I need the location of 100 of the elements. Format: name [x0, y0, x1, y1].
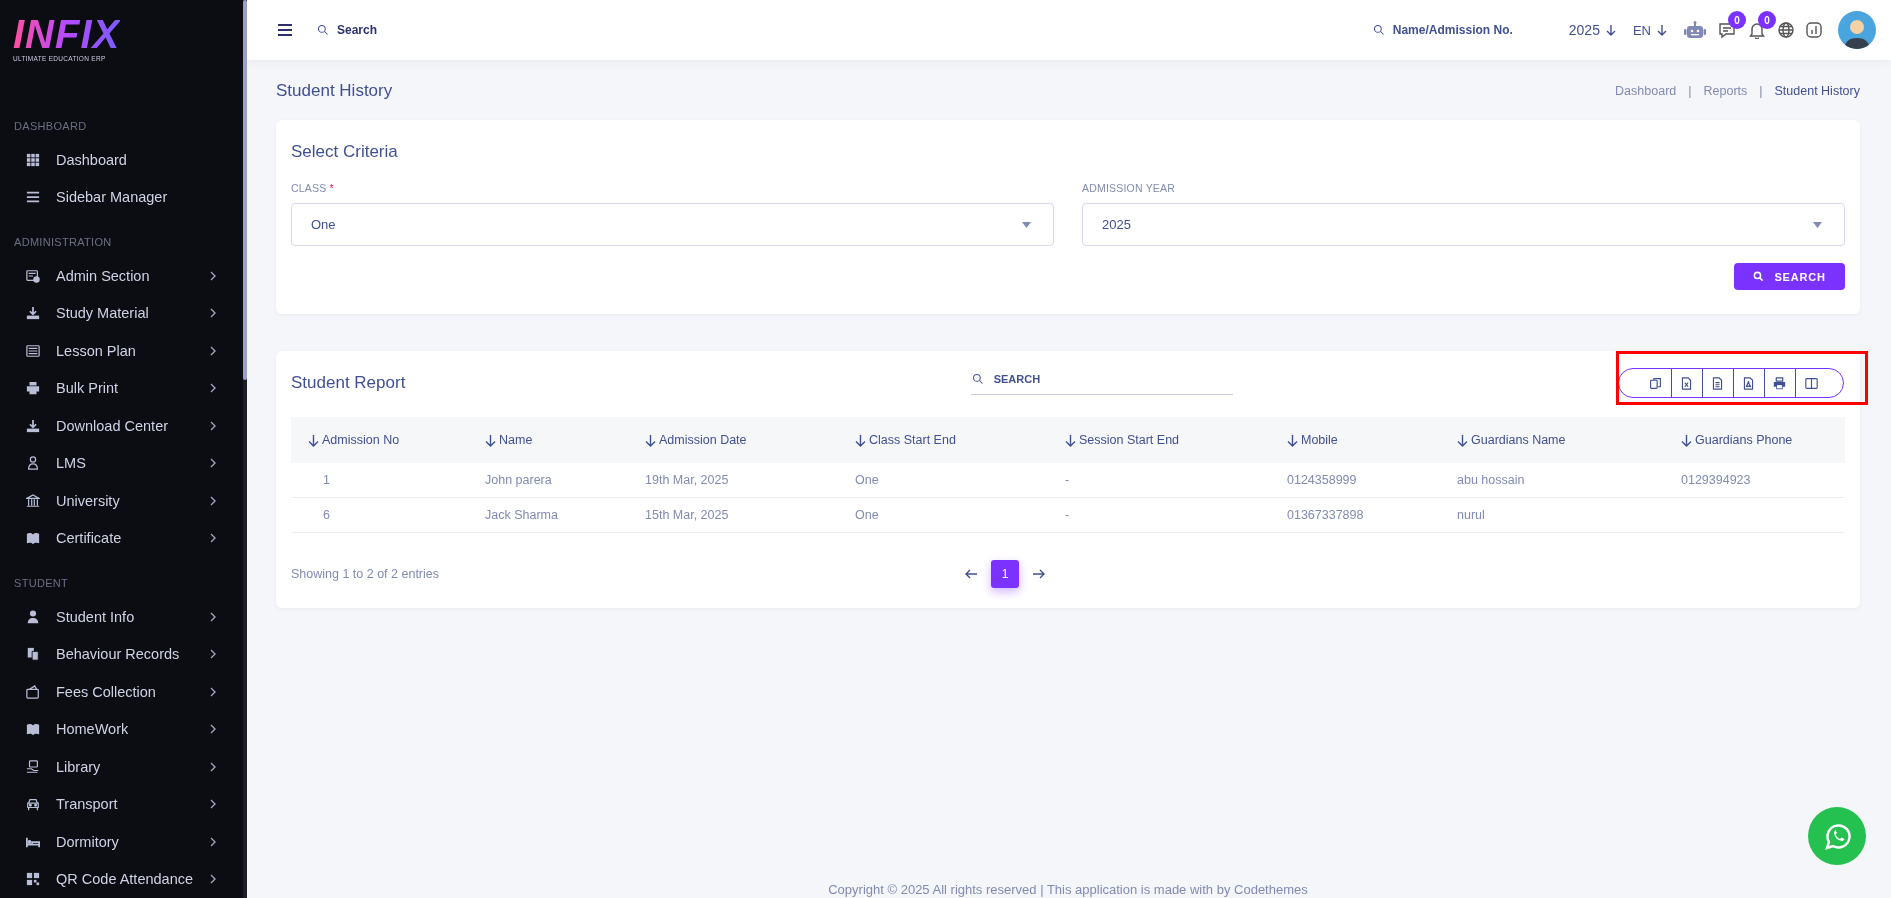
website-button[interactable]: [1778, 22, 1794, 38]
column-header[interactable]: Admission Date: [628, 417, 838, 463]
person-icon: [26, 456, 40, 471]
breadcrumb-link[interactable]: Student History: [1774, 84, 1860, 98]
chevron-right-icon: [209, 686, 217, 697]
table-cell: 0129394923: [1681, 473, 1751, 487]
page-title: Student History: [276, 81, 393, 101]
chevron-right-icon: [209, 345, 217, 356]
column-header[interactable]: Guardians Name: [1440, 417, 1664, 463]
sidebar-item[interactable]: LMS: [0, 444, 243, 482]
sidebar-item[interactable]: Study Material: [0, 294, 243, 332]
robot-button[interactable]: [1684, 21, 1706, 39]
sidebar-item[interactable]: Download Center: [0, 407, 243, 445]
sort-arrow-icon: [1287, 433, 1298, 447]
sidebar-item[interactable]: Admin Section: [0, 257, 243, 295]
sort-arrow-icon: [1065, 433, 1076, 447]
menu-button[interactable]: [277, 23, 293, 37]
chat-icon: [1718, 21, 1736, 39]
caret-icon: [1022, 221, 1031, 228]
sidebar-item[interactable]: Dashboard: [0, 141, 243, 179]
table-cell: 15th Mar, 2025: [645, 508, 729, 522]
columns-icon: [1805, 376, 1818, 390]
language-dropdown[interactable]: EN: [1632, 22, 1668, 38]
previous-page-button[interactable]: [964, 567, 978, 581]
breadcrumb-separator: |: [1688, 84, 1692, 98]
sidebar-item[interactable]: Lesson Plan: [0, 332, 243, 370]
wallet-icon: [26, 684, 40, 699]
sort-arrow-icon: [1681, 433, 1692, 447]
sidebar-item[interactable]: Student Info: [0, 598, 243, 636]
search-icon: [1753, 271, 1765, 282]
year-dropdown[interactable]: 2025: [1568, 22, 1617, 38]
sort-arrow-icon: [485, 433, 496, 447]
search-icon: [1372, 24, 1385, 36]
messages-button[interactable]: [1718, 21, 1736, 39]
table-cell: abu hossain: [1457, 473, 1525, 487]
breadcrumb-separator: |: [1759, 84, 1763, 98]
table-cell: -: [1065, 473, 1070, 487]
column-header[interactable]: Name: [468, 417, 628, 463]
card-title: Select Criteria: [291, 142, 398, 162]
sort-arrow-icon: [1457, 433, 1468, 447]
column-header[interactable]: Admission No: [291, 417, 468, 463]
list-icon: [26, 343, 40, 358]
select-field[interactable]: One: [291, 203, 1054, 246]
table-cell: 01367337898: [1287, 508, 1364, 522]
table-cell: 19th Mar, 2025: [645, 473, 729, 487]
search-button[interactable]: SEARCH: [1734, 263, 1845, 290]
building-icon: [26, 493, 40, 508]
table-cell: One: [855, 473, 879, 487]
arrow-down-icon: [1604, 24, 1617, 36]
table-cell: 6: [323, 508, 330, 522]
arrow-down-icon: [1656, 24, 1668, 36]
field-label: ADMISSION YEAR: [1082, 182, 1176, 194]
scrollbar-thumb[interactable]: [243, 0, 247, 380]
chevron-right-icon: [209, 533, 217, 544]
messages-badge: 0: [1728, 11, 1746, 29]
avatar[interactable]: [1838, 11, 1876, 49]
chevron-right-icon: [209, 308, 217, 319]
chevron-right-icon: [209, 649, 217, 660]
select-field[interactable]: 2025: [1082, 203, 1845, 246]
book-icon: [26, 722, 40, 737]
sidebar-item[interactable]: Transport: [0, 785, 243, 823]
copy-icon: [1649, 376, 1663, 390]
table-cell: -: [1065, 508, 1070, 522]
table-search-field[interactable]: SEARCH: [991, 371, 1176, 386]
column-header[interactable]: Session Start End: [1048, 417, 1270, 463]
next-page-button[interactable]: [1032, 567, 1046, 581]
sort-arrow-icon: [645, 433, 656, 447]
sidebar-section-title: ADMINISTRATION: [13, 236, 113, 248]
arrow-right-icon: [1032, 567, 1046, 581]
sort-arrow-icon: [855, 433, 866, 447]
column-header[interactable]: Mobile: [1270, 417, 1440, 463]
documents-icon: [26, 647, 40, 662]
page-button[interactable]: 1: [991, 560, 1019, 588]
column-header[interactable]: Class Start End: [838, 417, 1048, 463]
search-field[interactable]: Search: [335, 22, 519, 38]
menu-icon: [277, 23, 293, 37]
sidebar-item[interactable]: Certificate: [0, 519, 243, 557]
table-cell: John parera: [485, 473, 552, 487]
sidebar-item[interactable]: Library: [0, 748, 243, 786]
chevron-right-icon: [209, 270, 217, 281]
car-icon: [26, 797, 40, 812]
sidebar-item[interactable]: Bulk Print: [0, 369, 243, 407]
sidebar-item[interactable]: Fees Collection: [0, 673, 243, 711]
chevron-right-icon: [209, 836, 217, 847]
bar-chart-icon: [1806, 22, 1822, 38]
column-header[interactable]: Guardians Phone: [1664, 417, 1845, 463]
reports-button[interactable]: [1806, 22, 1822, 38]
sidebar-item[interactable]: Sidebar Manager: [0, 178, 243, 216]
sidebar-item[interactable]: Behaviour Records: [0, 635, 243, 673]
table-cell: 1: [323, 473, 330, 487]
table-cell: One: [855, 508, 879, 522]
sidebar-section-title: STUDENT: [13, 577, 70, 589]
sidebar-item[interactable]: QR Code Attendance: [0, 860, 243, 898]
card-title: Student Report: [291, 373, 406, 393]
sidebar-item[interactable]: Dormitory: [0, 823, 243, 861]
notifications-button[interactable]: [1748, 21, 1766, 39]
sidebar-item[interactable]: University: [0, 482, 243, 520]
student-search-field[interactable]: Name/Admission No.: [1390, 22, 1535, 38]
chevron-right-icon: [209, 383, 217, 394]
sidebar-item[interactable]: HomeWork: [0, 710, 243, 748]
